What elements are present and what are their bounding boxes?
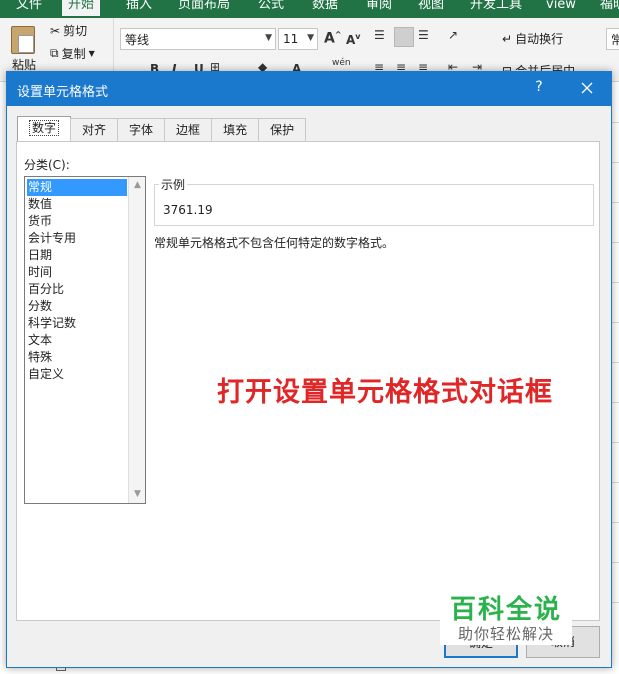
increase-font-icon[interactable]: A^ bbox=[324, 30, 342, 47]
format-description: 常规单元格格式不包含任何特定的数字格式。 bbox=[154, 236, 395, 250]
tab-protection[interactable]: 保护 bbox=[258, 118, 307, 141]
menu-tab-insert[interactable]: 插入 bbox=[120, 0, 158, 16]
orientation-icon[interactable]: ↗ bbox=[448, 28, 458, 42]
font-name-select[interactable]: 等线 ▼ bbox=[120, 28, 276, 50]
category-item-fraction[interactable]: 分数 bbox=[27, 298, 127, 315]
watermark-title: 百科全说 bbox=[449, 595, 562, 625]
chevron-down-icon: ▼ bbox=[265, 33, 272, 43]
menu-tab-page-layout[interactable]: 页面布局 bbox=[172, 0, 236, 16]
chevron-down-icon: ▼ bbox=[88, 49, 95, 58]
menu-tab-data[interactable]: 数据 bbox=[306, 0, 344, 16]
sample-value: 3761.19 bbox=[163, 203, 213, 217]
help-button[interactable]: ? bbox=[529, 79, 549, 95]
category-item-text[interactable]: 文本 bbox=[27, 332, 127, 349]
category-item-general[interactable]: 常规 bbox=[27, 179, 127, 196]
font-size-select[interactable]: 11 ▼ bbox=[278, 28, 318, 50]
red-annotation-text: 打开设置单元格格式对话框 bbox=[217, 377, 553, 408]
phonetic-icon[interactable]: wén bbox=[332, 58, 351, 68]
category-label: 分类(C): bbox=[24, 158, 70, 172]
dialog-titlebar[interactable]: 设置单元格格式 ? bbox=[7, 72, 611, 106]
align-bottom-icon[interactable]: ☰ bbox=[418, 28, 429, 42]
menu-tab-developer[interactable]: 开发工具 bbox=[464, 0, 528, 16]
dialog-title: 设置单元格格式 bbox=[17, 85, 109, 100]
number-format-select[interactable]: 常 bbox=[606, 28, 619, 50]
cut-button[interactable]: ✂ 剪切 bbox=[50, 22, 87, 39]
menu-tab-formulas[interactable]: 公式 bbox=[252, 0, 290, 16]
tab-alignment[interactable]: 对齐 bbox=[70, 118, 119, 141]
scroll-up-icon[interactable]: ▲ bbox=[129, 177, 146, 194]
close-icon bbox=[581, 82, 593, 94]
menu-tab-review[interactable]: 审阅 bbox=[360, 0, 398, 16]
wrap-text-button[interactable]: ↵ 自动换行 bbox=[502, 30, 563, 47]
category-item-accounting[interactable]: 会计专用 bbox=[27, 230, 127, 247]
dialog-tabs: 数字 对齐 字体 边框 填充 保护 bbox=[17, 116, 307, 142]
tab-font[interactable]: 字体 bbox=[117, 118, 166, 141]
sample-legend: 示例 bbox=[159, 176, 188, 193]
category-list[interactable]: 常规 数值 货币 会计专用 日期 时间 百分比 分数 科学记数 文本 特殊 自定… bbox=[24, 176, 146, 504]
category-item-number[interactable]: 数值 bbox=[27, 196, 127, 213]
tab-fill[interactable]: 填充 bbox=[211, 118, 260, 141]
watermark-subtitle: 助你轻松解决 bbox=[457, 625, 554, 643]
align-middle-icon[interactable] bbox=[394, 27, 414, 47]
category-item-time[interactable]: 时间 bbox=[27, 264, 127, 281]
menu-tab-home[interactable]: 开始 bbox=[62, 0, 101, 16]
format-cells-dialog: 设置单元格格式 ? 数字 对齐 字体 边框 填充 保护 分类(C): 常规 数值… bbox=[6, 71, 612, 668]
number-tab-panel: 分类(C): 常规 数值 货币 会计专用 日期 时间 百分比 分数 科学记数 文… bbox=[16, 141, 600, 621]
category-item-date[interactable]: 日期 bbox=[27, 247, 127, 264]
watermark-logo: 百科全说 助你轻松解决 bbox=[440, 585, 572, 645]
menu-tab-view[interactable]: 视图 bbox=[412, 0, 450, 16]
chevron-down-icon: ▼ bbox=[307, 33, 314, 43]
category-item-custom[interactable]: 自定义 bbox=[27, 366, 127, 383]
sample-group: 示例 3761.19 bbox=[154, 176, 594, 226]
category-scrollbar[interactable]: ▲ ▼ bbox=[128, 177, 145, 503]
decrease-font-icon[interactable]: Av bbox=[346, 32, 361, 47]
align-top-icon[interactable]: ☰ bbox=[374, 28, 385, 42]
scissors-icon: ✂ bbox=[50, 23, 61, 38]
menu-tab-foxit[interactable]: 福昕 bbox=[594, 0, 619, 16]
paste-icon[interactable] bbox=[11, 26, 35, 54]
copy-button[interactable]: ⧉ 复制 ▼ bbox=[50, 45, 95, 62]
tab-number[interactable]: 数字 bbox=[17, 116, 72, 141]
menu-tab-file[interactable]: 文件 bbox=[10, 0, 48, 16]
copy-icon: ⧉ bbox=[50, 46, 59, 60]
scroll-down-icon[interactable]: ▼ bbox=[129, 486, 146, 503]
menu-tab-view-en[interactable]: view bbox=[540, 0, 582, 16]
category-item-special[interactable]: 特殊 bbox=[27, 349, 127, 366]
tab-border[interactable]: 边框 bbox=[164, 118, 213, 141]
ribbon-menu-bar: 文件 开始 插入 页面布局 公式 数据 审阅 视图 开发工具 view 福昕 bbox=[0, 0, 619, 18]
wrap-text-icon: ↵ bbox=[502, 31, 513, 46]
category-item-currency[interactable]: 货币 bbox=[27, 213, 127, 230]
category-item-scientific[interactable]: 科学记数 bbox=[27, 315, 127, 332]
category-item-percentage[interactable]: 百分比 bbox=[27, 281, 127, 298]
close-button[interactable] bbox=[575, 76, 599, 100]
